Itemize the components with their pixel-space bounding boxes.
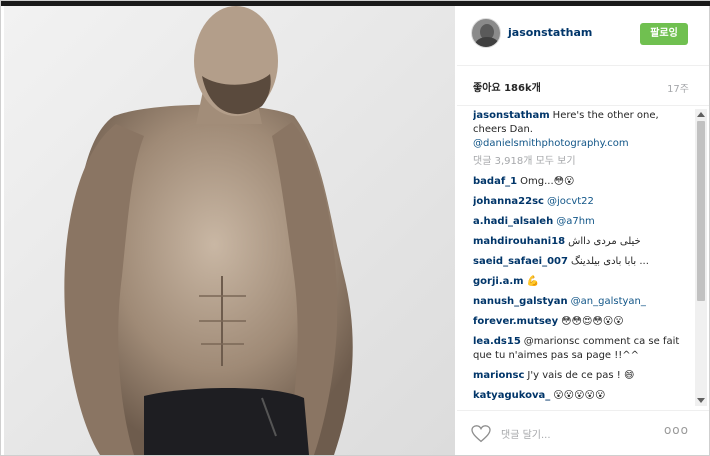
caption-mention[interactable]: @danielsmithphotography.com <box>473 138 629 149</box>
comment-username[interactable]: nanush_galstyan <box>473 296 568 307</box>
comment-text[interactable]: @an_galstyan_ <box>571 296 646 307</box>
post-sidebar: jasonstatham 팔로잉 좋아요 186k개 17주 jasonstat… <box>457 6 709 455</box>
comment-text: J'y vais de ce pas ! 😄 <box>527 370 635 381</box>
comment-text: خیلی مردی دااش <box>568 236 641 247</box>
photo-image <box>4 6 455 455</box>
comment-item: johanna22sc @jocvt22 <box>473 195 693 209</box>
post-modal: jasonstatham 팔로잉 좋아요 186k개 17주 jasonstat… <box>0 0 710 456</box>
comment-item: gorji.a.m 💪 <box>473 275 693 289</box>
post-age[interactable]: 17주 <box>667 80 689 95</box>
comment-username[interactable]: a.hadi_alsaleh <box>473 216 553 227</box>
likes-row: 좋아요 186k개 17주 <box>457 66 709 106</box>
comment-text: 😳😳😍😳😮😮 <box>561 316 624 327</box>
comment-text[interactable]: @a7hm <box>556 216 595 227</box>
likes-count[interactable]: 좋아요 186k개 <box>473 79 541 94</box>
scroll-down-icon[interactable] <box>697 398 705 403</box>
avatar-body <box>475 37 499 47</box>
comment-username[interactable]: lea.ds15 <box>473 336 521 347</box>
comment-username[interactable]: mahdirouhani18 <box>473 236 565 247</box>
comment-item: saeid_safaei_007 بابا بادی بیلدینگ ... <box>473 255 693 269</box>
comment-item: mahdirouhani18 خیلی مردی دااش <box>473 235 693 249</box>
comment-input[interactable]: 댓글 달기... <box>501 426 551 441</box>
comment-username[interactable]: gorji.a.m <box>473 276 524 287</box>
comment-item: lea.ds15 @marionsc comment ca se fait que… <box>473 335 693 363</box>
scroll-up-icon[interactable] <box>697 112 705 117</box>
comment-item: badaf_1 Omg...😳😮 <box>473 175 693 189</box>
heart-icon[interactable] <box>471 425 491 443</box>
post-photo[interactable] <box>4 6 455 455</box>
comment-text[interactable]: @jocvt22 <box>547 196 594 207</box>
scrollbar-thumb[interactable] <box>697 121 705 301</box>
comment-username[interactable]: badaf_1 <box>473 176 517 187</box>
comment-text: بابا بادی بیلدینگ ... <box>570 256 649 267</box>
more-options-icon[interactable]: ooo <box>664 423 689 437</box>
comments-scrollbar[interactable] <box>695 109 707 406</box>
comment-username[interactable]: saeid_safaei_007 <box>473 256 568 267</box>
comment-text: Omg...😳😮 <box>520 176 575 187</box>
caption-username[interactable]: jasonstatham <box>473 110 550 121</box>
comment-text: 💪 <box>526 276 540 287</box>
post-header: jasonstatham 팔로잉 <box>457 6 709 66</box>
comment-username[interactable]: marionsc <box>473 370 524 381</box>
comment-username[interactable]: johanna22sc <box>473 196 544 207</box>
username-link[interactable]: jasonstatham <box>508 26 592 39</box>
comment-item: nanush_galstyan @an_galstyan_ <box>473 295 693 309</box>
comment-item: forever.mutsey 😳😳😍😳😮😮 <box>473 315 693 329</box>
view-all-comments-link[interactable]: 댓글 3,918개 모두 보기 <box>473 155 693 169</box>
follow-button[interactable]: 팔로잉 <box>640 23 688 45</box>
caption: jasonstatham Here's the other one, cheers… <box>473 109 693 151</box>
comments-list[interactable]: jasonstatham Here's the other one, cheers… <box>473 109 693 406</box>
comment-username[interactable]: forever.mutsey <box>473 316 558 327</box>
post-footer: 댓글 달기... ooo <box>457 410 709 455</box>
comment-text: 😮😮😮😮😮 <box>553 390 606 401</box>
avatar[interactable] <box>471 18 501 48</box>
comment-item: a.hadi_alsaleh @a7hm <box>473 215 693 229</box>
comment-item: katyagukova_ 😮😮😮😮😮 <box>473 389 693 403</box>
comment-username[interactable]: katyagukova_ <box>473 390 550 401</box>
comment-item: marionsc J'y vais de ce pas ! 😄 <box>473 369 693 383</box>
